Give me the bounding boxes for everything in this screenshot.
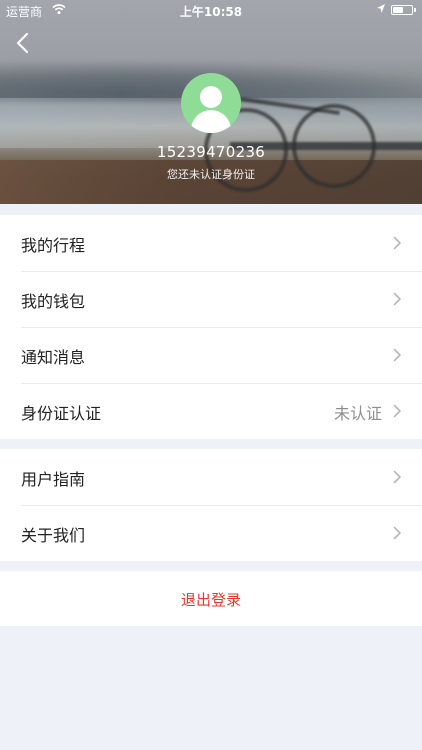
menu-group-secondary: 用户指南 关于我们 [0,449,422,561]
chevron-left-icon [16,32,29,54]
menu-item-about-us[interactable]: 关于我们 [0,505,422,561]
user-icon-head [200,86,222,108]
menu-item-notifications[interactable]: 通知消息 [0,327,422,383]
location-arrow-icon [377,4,385,13]
chevron-right-icon [393,470,401,484]
chevron-right-icon [393,236,401,250]
avatar[interactable] [181,73,241,133]
menu-item-label: 用户指南 [21,470,86,489]
id-verification-status: 未认证 [333,404,382,423]
status-time: 上午10:58 [179,5,243,19]
menu-item-label: 我的钱包 [21,292,86,311]
menu-item-id-verification[interactable]: 身份证认证 未认证 [0,383,422,439]
chevron-right-icon [393,348,401,362]
menu-item-label: 关于我们 [21,526,86,545]
battery-level [393,7,403,13]
profile-header: 运营商 上午10:58 15239470236 您还未认证身份证 [0,0,422,204]
chevron-right-icon [393,292,401,306]
menu-group-primary: 我的行程 我的钱包 通知消息 身份证认证 未认证 [0,215,422,439]
menu-item-label: 通知消息 [21,348,86,367]
status-bar: 运营商 上午10:58 [0,0,422,22]
chevron-right-icon [393,404,401,418]
user-icon-body [191,110,231,133]
menu-item-my-trips[interactable]: 我的行程 [0,215,422,271]
menu-item-my-wallet[interactable]: 我的钱包 [0,271,422,327]
logout-label: 退出登录 [180,591,241,609]
back-button[interactable] [8,28,38,58]
battery-tip [414,8,416,12]
user-phone-number: 15239470236 [156,143,266,161]
chevron-right-icon [393,526,401,540]
menu-item-user-guide[interactable]: 用户指南 [0,449,422,505]
logout-button[interactable]: 退出登录 [0,571,422,626]
menu-item-label: 身份证认证 [21,404,102,423]
menu-item-label: 我的行程 [21,236,86,255]
battery-icon [391,5,416,15]
verification-status-hint: 您还未认证身份证 [167,168,255,181]
profile-screen: 运营商 上午10:58 15239470236 您还未认证身份证 我的行程 我的… [0,0,422,750]
